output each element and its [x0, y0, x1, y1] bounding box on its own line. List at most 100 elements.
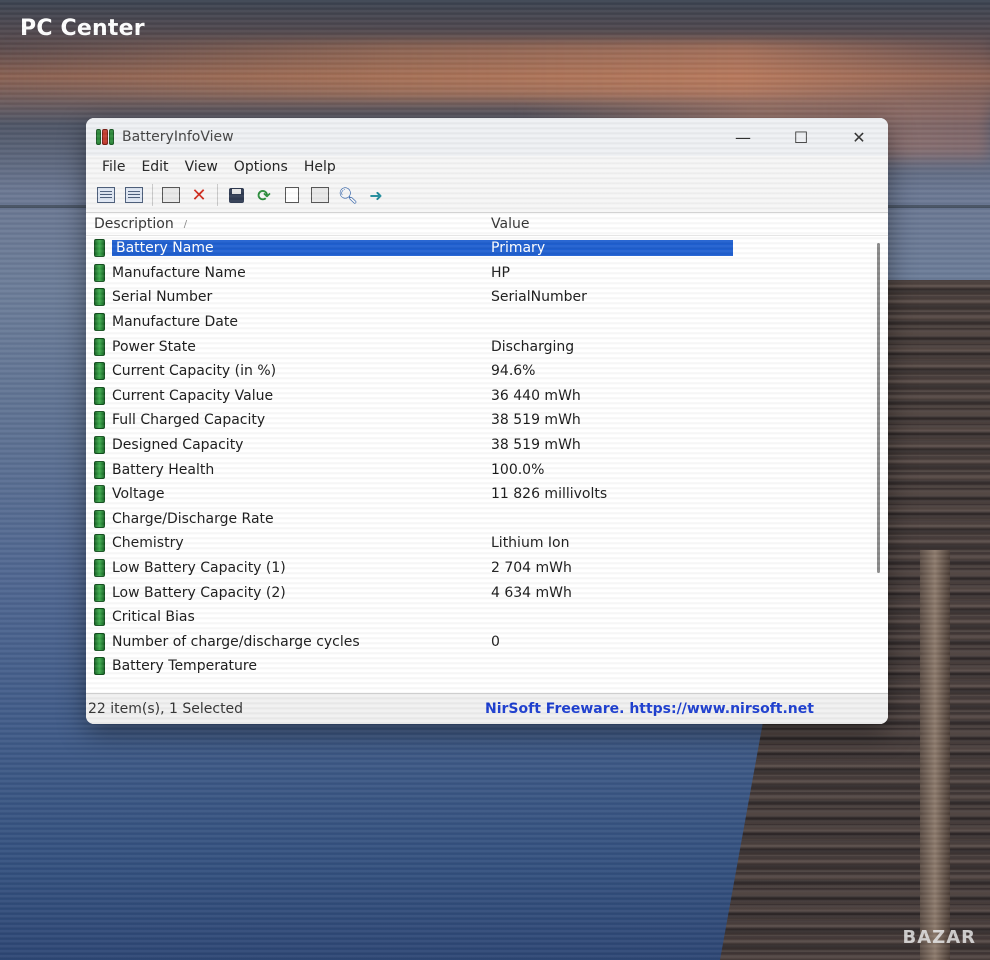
- table-row[interactable]: Battery Name Primary: [86, 236, 888, 261]
- row-description-cell: Full Charged Capacity: [86, 411, 483, 430]
- report-icon[interactable]: [122, 183, 146, 207]
- row-description-cell: Manufacture Name: [86, 263, 483, 282]
- window-title: BatteryInfoView: [122, 129, 234, 145]
- row-description-cell: Battery Temperature: [86, 657, 483, 676]
- table-row[interactable]: Critical Bias: [86, 605, 888, 630]
- row-description-cell: Designed Capacity: [86, 436, 483, 455]
- battery-icon: [94, 608, 105, 627]
- toolbar-separator: [217, 184, 218, 206]
- table-row[interactable]: Voltage 11 826 millivolts: [86, 482, 888, 507]
- table-row[interactable]: Chemistry Lithium Ion: [86, 531, 888, 556]
- table-row[interactable]: Designed Capacity 38 519 mWh: [86, 433, 888, 458]
- table-row[interactable]: Current Capacity (in %) 94.6%: [86, 359, 888, 384]
- copy-icon[interactable]: [280, 183, 304, 207]
- table-row[interactable]: Low Battery Capacity (1) 2 704 mWh: [86, 556, 888, 581]
- row-description-cell: Serial Number: [86, 288, 483, 307]
- battery-icon: [94, 288, 105, 307]
- table-row[interactable]: Battery Health 100.0%: [86, 457, 888, 482]
- row-description: Battery Temperature: [112, 658, 257, 675]
- battery-icon: [94, 337, 105, 356]
- search-icon[interactable]: 🔍︎: [336, 183, 360, 207]
- list-rows: Battery Name Primary Manufacture Name HP Ser…: [86, 236, 888, 679]
- battery-icon: [94, 362, 105, 381]
- row-value: 94.6%: [491, 363, 536, 380]
- row-value: SerialNumber: [491, 289, 587, 306]
- row-description-cell: Low Battery Capacity (2): [86, 583, 483, 602]
- row-description: Current Capacity Value: [112, 387, 274, 404]
- menu-bar: File Edit View Options Help: [86, 156, 888, 178]
- row-description-cell: Power State: [86, 337, 483, 356]
- watermark-text: PC Center: [20, 16, 145, 41]
- row-description-cell: Critical Bias: [86, 608, 483, 627]
- table-row[interactable]: Full Charged Capacity 38 519 mWh: [86, 408, 888, 433]
- title-bar[interactable]: BatteryInfoView — ☐ ✕: [86, 118, 888, 156]
- row-value: Lithium Ion: [491, 535, 570, 552]
- row-description: Full Charged Capacity: [112, 412, 266, 429]
- row-value: 2 704 mWh: [491, 560, 572, 577]
- corner-watermark: BAZAR: [902, 927, 976, 948]
- battery-icon: [94, 509, 105, 528]
- exit-icon[interactable]: ➜: [364, 183, 388, 207]
- nirsoft-link[interactable]: NirSoft Freeware. https://www.nirsoft.ne…: [477, 701, 814, 717]
- window-icon[interactable]: [159, 183, 183, 207]
- menu-file[interactable]: File: [94, 159, 133, 175]
- battery-icon: [94, 239, 105, 258]
- row-value: Discharging: [491, 338, 575, 355]
- table-row[interactable]: Manufacture Name HP: [86, 261, 888, 286]
- table-row[interactable]: Battery Temperature: [86, 654, 888, 679]
- battery-icon: [94, 583, 105, 602]
- vertical-scrollbar[interactable]: [877, 243, 880, 573]
- delete-icon[interactable]: ✕: [187, 183, 211, 207]
- menu-help[interactable]: Help: [296, 159, 344, 175]
- row-description: Manufacture Date: [112, 314, 238, 331]
- table-row[interactable]: Serial Number SerialNumber: [86, 285, 888, 310]
- status-item-count: 22 item(s), 1 Selected: [88, 701, 244, 717]
- table-row[interactable]: Number of charge/discharge cycles 0: [86, 630, 888, 655]
- row-description: Number of charge/discharge cycles: [112, 633, 360, 650]
- row-description-cell: Chemistry: [86, 534, 483, 553]
- table-row[interactable]: Current Capacity Value 36 440 mWh: [86, 384, 888, 409]
- row-value: 38 519 mWh: [491, 437, 581, 454]
- row-description: Battery Health: [112, 461, 215, 478]
- save-icon[interactable]: [224, 183, 248, 207]
- row-description-cell: Manufacture Date: [86, 313, 483, 332]
- row-description: Voltage: [112, 486, 165, 503]
- row-value: 4 634 mWh: [491, 584, 572, 601]
- minimize-button[interactable]: —: [714, 118, 772, 156]
- row-value: Primary: [483, 240, 733, 257]
- row-description: Low Battery Capacity (2): [112, 584, 286, 601]
- battery-icon: [94, 632, 105, 651]
- battery-icon: [94, 534, 105, 553]
- battery-icon: [94, 411, 105, 430]
- battery-icon: [94, 313, 105, 332]
- maximize-button[interactable]: ☐: [772, 118, 830, 156]
- column-header-value[interactable]: Value: [483, 216, 529, 232]
- menu-edit[interactable]: Edit: [133, 159, 176, 175]
- table-row[interactable]: Low Battery Capacity (2) 4 634 mWh: [86, 580, 888, 605]
- battery-icon: [94, 386, 105, 405]
- status-bar: 22 item(s), 1 Selected NirSoft Freeware.…: [86, 693, 888, 724]
- html-report-icon[interactable]: [94, 183, 118, 207]
- battery-icon: [94, 559, 105, 578]
- battery-icon: [94, 485, 105, 504]
- column-header-description[interactable]: Description /: [86, 216, 483, 232]
- row-description-cell: Current Capacity (in %): [86, 362, 483, 381]
- table-row[interactable]: Power State Discharging: [86, 334, 888, 359]
- row-description: Charge/Discharge Rate: [112, 510, 274, 527]
- refresh-icon[interactable]: ⟳: [252, 183, 276, 207]
- close-button[interactable]: ✕: [830, 118, 888, 156]
- battery-icon: [94, 263, 105, 282]
- row-value: 11 826 millivolts: [491, 486, 608, 503]
- menu-options[interactable]: Options: [226, 159, 296, 175]
- row-description: Chemistry: [112, 535, 184, 552]
- battery-icon: [94, 657, 105, 676]
- window-controls: — ☐ ✕: [714, 118, 888, 156]
- row-value: 100.0%: [491, 461, 545, 478]
- row-description-cell: Voltage: [86, 485, 483, 504]
- battery-info-list[interactable]: Description / Value Battery Name Primary M…: [86, 213, 888, 693]
- properties-icon[interactable]: [308, 183, 332, 207]
- row-description: Serial Number: [112, 289, 213, 306]
- menu-view[interactable]: View: [177, 159, 226, 175]
- table-row[interactable]: Manufacture Date: [86, 310, 888, 335]
- table-row[interactable]: Charge/Discharge Rate: [86, 507, 888, 532]
